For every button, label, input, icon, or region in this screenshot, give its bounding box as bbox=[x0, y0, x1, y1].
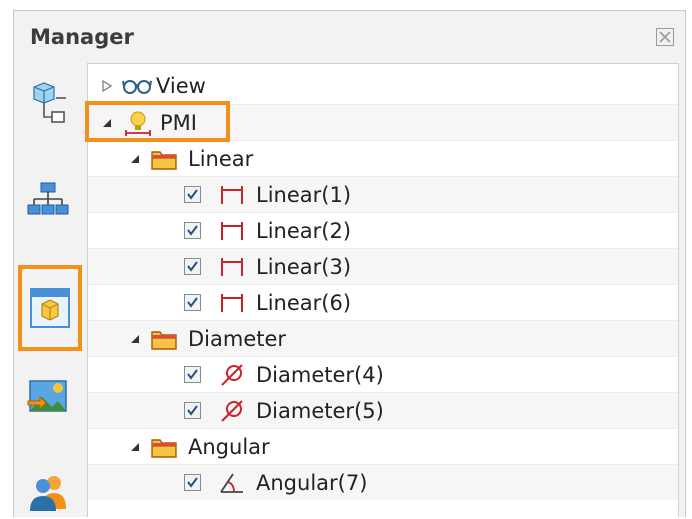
visibility-checkbox[interactable] bbox=[184, 474, 201, 491]
folder-icon bbox=[150, 434, 178, 460]
panel-titlebar: Manager bbox=[14, 11, 685, 63]
tree-row-view[interactable]: View bbox=[88, 68, 678, 104]
tree-row-diameter-4[interactable]: Diameter(4) bbox=[88, 356, 678, 392]
bulb-dimension-icon bbox=[122, 110, 154, 136]
linear-dimension-icon bbox=[218, 254, 246, 280]
tree-row-diameter-folder[interactable]: Diameter bbox=[88, 320, 678, 356]
collapse-arrow-icon[interactable] bbox=[128, 331, 142, 345]
folder-icon bbox=[150, 146, 178, 172]
tree-label-linear-2: Linear(2) bbox=[256, 219, 352, 243]
tree-row-linear-2[interactable]: Linear(2) bbox=[88, 212, 678, 248]
tree-label-diameter-4: Diameter(4) bbox=[256, 363, 384, 387]
angular-dimension-icon bbox=[218, 470, 246, 496]
visibility-checkbox[interactable] bbox=[184, 222, 201, 239]
linear-dimension-icon bbox=[218, 182, 246, 208]
tree-row-linear-1[interactable]: Linear(1) bbox=[88, 176, 678, 212]
tree-label-angular-7: Angular(7) bbox=[256, 471, 368, 495]
tree-label-diameter-folder: Diameter bbox=[188, 327, 287, 351]
collapse-arrow-icon[interactable] bbox=[128, 151, 142, 165]
pmi-view-icon[interactable] bbox=[18, 265, 82, 351]
visibility-checkbox[interactable] bbox=[184, 366, 201, 383]
scene-image-icon[interactable] bbox=[20, 369, 76, 425]
tree-label-view: View bbox=[156, 74, 206, 98]
collapse-arrow-icon[interactable] bbox=[128, 439, 142, 453]
folder-icon bbox=[150, 326, 178, 352]
expand-arrow-icon[interactable] bbox=[100, 78, 114, 93]
tree-row-linear-folder[interactable]: Linear bbox=[88, 140, 678, 176]
tree-label-diameter-5: Diameter(5) bbox=[256, 399, 384, 423]
panel-title: Manager bbox=[30, 25, 134, 49]
users-icon[interactable] bbox=[20, 463, 76, 519]
collapse-arrow-icon[interactable] bbox=[100, 115, 114, 129]
tree-row-linear-3[interactable]: Linear(3) bbox=[88, 248, 678, 284]
hierarchy-tree-icon[interactable] bbox=[20, 173, 76, 229]
tree-label-pmi: PMI bbox=[160, 111, 197, 135]
pmi-tree: View PMI Linear Linear(1) Linear(2) Line… bbox=[87, 63, 679, 517]
visibility-checkbox[interactable] bbox=[184, 186, 201, 203]
linear-dimension-icon bbox=[218, 290, 246, 316]
tree-label-linear-6: Linear(6) bbox=[256, 291, 352, 315]
tree-row-linear-6[interactable]: Linear(6) bbox=[88, 284, 678, 320]
manager-panel: Manager View PMI Linear Linear(1) Linear… bbox=[13, 10, 686, 517]
visibility-checkbox[interactable] bbox=[184, 294, 201, 311]
tree-row-angular-folder[interactable]: Angular bbox=[88, 428, 678, 464]
tree-label-angular-folder: Angular bbox=[188, 435, 270, 459]
sidebar bbox=[14, 63, 84, 517]
tree-label-linear-3: Linear(3) bbox=[256, 255, 352, 279]
glasses-icon bbox=[122, 73, 152, 99]
linear-dimension-icon bbox=[218, 218, 246, 244]
visibility-checkbox[interactable] bbox=[184, 258, 201, 275]
tree-row-pmi[interactable]: PMI bbox=[88, 104, 678, 140]
tree-label-linear-folder: Linear bbox=[188, 147, 254, 171]
tree-row-angular-7[interactable]: Angular(7) bbox=[88, 464, 678, 500]
visibility-checkbox[interactable] bbox=[184, 402, 201, 419]
diameter-dimension-icon bbox=[218, 398, 246, 424]
diameter-dimension-icon bbox=[218, 362, 246, 388]
close-icon[interactable] bbox=[655, 27, 675, 47]
structure-node-icon[interactable] bbox=[20, 75, 76, 131]
tree-label-linear-1: Linear(1) bbox=[256, 183, 352, 207]
tree-row-diameter-5[interactable]: Diameter(5) bbox=[88, 392, 678, 428]
